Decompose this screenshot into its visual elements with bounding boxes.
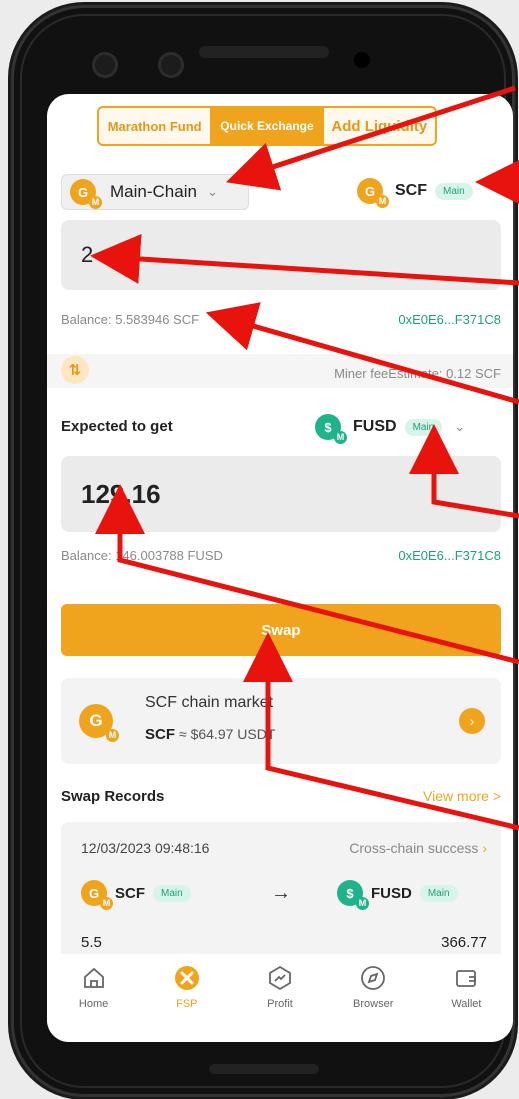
nav-wallet[interactable]: Wallet	[420, 954, 513, 1042]
profit-icon	[266, 964, 294, 992]
network-badge: Main	[404, 418, 443, 436]
nav-label: Browser	[353, 998, 394, 1010]
network-badge: Main	[435, 182, 473, 200]
nav-label: FSP	[176, 998, 198, 1010]
to-amount-field: 129.16	[61, 456, 501, 532]
nav-browser[interactable]: Browser	[327, 954, 420, 1042]
speaker-grille	[199, 46, 329, 58]
chevron-right-icon: ›	[482, 840, 487, 856]
compass-icon	[359, 964, 387, 992]
tab-add-liquidity[interactable]: Add Liquidity	[322, 108, 435, 144]
fusd-coin-icon: $ M	[337, 880, 369, 910]
network-badge: Main	[153, 884, 191, 902]
to-balance: Balance: 146.003788 FUSD	[61, 548, 223, 563]
view-more-link[interactable]: View more >	[423, 788, 501, 804]
to-address[interactable]: 0xE0E6...F371C8	[398, 548, 501, 563]
record-status-text: Cross-chain success	[349, 840, 479, 856]
from-address[interactable]: 0xE0E6...F371C8	[398, 312, 501, 327]
scf-coin-icon: GM	[70, 179, 102, 209]
market-token: SCF	[145, 726, 175, 743]
market-card[interactable]: GM SCF chain market SCF ≈ $64.97 USDT ›	[61, 678, 501, 764]
nav-fsp[interactable]: FSP	[140, 954, 233, 1042]
record-time: 12/03/2023 09:48:16	[81, 840, 210, 856]
scf-coin-icon: GM	[81, 880, 113, 910]
market-price-value: ≈ $64.97 USDT	[179, 726, 276, 742]
record-from-token: GM SCF Main	[81, 880, 191, 910]
bottom-nav: Home FSP Profit Browser Wallet	[47, 954, 513, 1042]
camera-icon	[158, 52, 184, 78]
app-screen: Marathon Fund Quick Exchange Add Liquidi…	[47, 94, 513, 1042]
market-price: SCF ≈ $64.97 USDT	[145, 726, 275, 743]
phone-frame: Marathon Fund Quick Exchange Add Liquidi…	[14, 8, 513, 1094]
from-amount-input[interactable]: 2	[61, 220, 501, 290]
camera-icon	[92, 52, 118, 78]
exchange-tabs: Marathon Fund Quick Exchange Add Liquidi…	[97, 106, 437, 146]
record-to-amount: 366.77	[441, 934, 487, 951]
tab-quick-exchange[interactable]: Quick Exchange	[210, 108, 323, 144]
nav-label: Profit	[267, 998, 293, 1010]
arrow-right-icon: →	[271, 882, 291, 904]
record-from-name: SCF	[115, 884, 145, 902]
fusd-coin-icon: $ M	[315, 414, 347, 444]
swap-direction-icon[interactable]: ⇅	[61, 356, 89, 384]
record-status: Cross-chain success ›	[349, 840, 487, 856]
nav-label: Wallet	[451, 998, 482, 1010]
market-title: SCF chain market	[145, 694, 274, 711]
nav-home[interactable]: Home	[47, 954, 140, 1042]
chain-selector[interactable]: GM Main-Chain ⌄	[61, 174, 249, 210]
from-token-name: SCF	[395, 182, 427, 199]
record-from-amount: 5.5	[81, 934, 102, 951]
wallet-icon	[452, 964, 480, 992]
network-badge: Main	[419, 884, 458, 902]
scf-coin-icon: GM	[79, 704, 119, 742]
record-to-name: FUSD	[371, 884, 412, 902]
sensor-icon	[354, 52, 370, 68]
miner-fee-text: Miner feeEstimate: 0.12 SCF	[334, 366, 501, 381]
tab-marathon-fund[interactable]: Marathon Fund	[99, 108, 210, 144]
records-title: Swap Records	[61, 788, 165, 805]
nav-profit[interactable]: Profit	[233, 954, 326, 1042]
bottom-speaker	[209, 1064, 319, 1074]
scf-coin-icon: GM	[357, 178, 389, 208]
chevron-down-icon: ⌄	[454, 419, 466, 434]
from-balance: Balance: 5.583946 SCF	[61, 312, 200, 327]
record-to-token: $ M FUSD Main	[337, 880, 458, 910]
to-token-name: FUSD	[353, 418, 397, 435]
nav-label: Home	[78, 998, 109, 1010]
chain-label: Main-Chain	[110, 182, 197, 201]
from-token-picker[interactable]: GM SCF Main	[357, 178, 473, 208]
swap-record-item[interactable]: 12/03/2023 09:48:16 Cross-chain success …	[61, 822, 501, 962]
chevron-right-icon[interactable]: ›	[459, 708, 485, 734]
expected-label: Expected to get	[61, 418, 173, 435]
home-icon	[80, 964, 108, 992]
chevron-down-icon: ⌄	[206, 184, 218, 199]
swap-button[interactable]: Swap	[61, 604, 501, 656]
fsp-icon	[173, 964, 201, 992]
to-token-picker[interactable]: $ M FUSD Main ⌄	[315, 414, 466, 444]
